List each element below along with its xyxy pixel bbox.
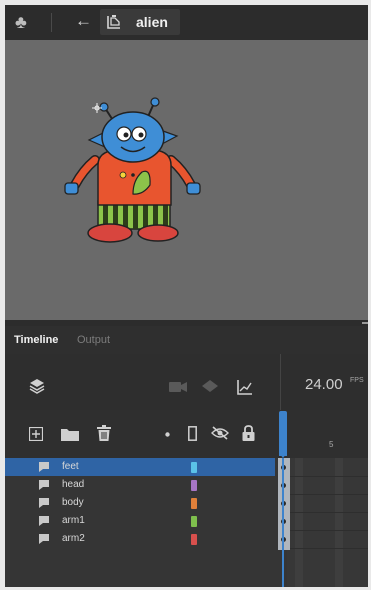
- row-separator: [287, 494, 368, 495]
- toolbar-divider: [51, 13, 52, 32]
- edit-bar: ♣ ← alien: [5, 5, 368, 40]
- lock-icon[interactable]: [242, 425, 255, 441]
- timeline-header: 24.00 FPS: [5, 354, 368, 410]
- playhead-line: [282, 458, 284, 587]
- symbol-breadcrumb[interactable]: alien: [100, 9, 180, 35]
- layer-row-feet[interactable]: feet: [5, 458, 275, 476]
- layers-icon[interactable]: [29, 378, 45, 394]
- visibility-icon[interactable]: [211, 426, 229, 440]
- layer-color-swatch[interactable]: [191, 516, 197, 527]
- frame-band: [335, 458, 343, 587]
- layer-color-swatch[interactable]: [191, 534, 197, 545]
- layer-name: body: [62, 497, 84, 508]
- frames-area[interactable]: [287, 458, 368, 587]
- layer-row-arm1[interactable]: arm1: [5, 512, 275, 530]
- graph-icon[interactable]: [237, 379, 253, 395]
- layer-color-swatch[interactable]: [191, 498, 197, 509]
- movie-clip-symbol-icon: [107, 15, 120, 29]
- layer-depth-icon[interactable]: [202, 380, 218, 394]
- outline-icon[interactable]: [188, 426, 197, 441]
- row-separator: [287, 548, 368, 549]
- layer-icon: [39, 516, 49, 526]
- header-split: [280, 354, 281, 410]
- layer-color-swatch[interactable]: [191, 480, 197, 491]
- stage-canvas[interactable]: [5, 40, 368, 320]
- animate-window: ♣ ← alien Timeline Output 24.00 FPS 5 fe…: [5, 5, 368, 587]
- layer-color-swatch[interactable]: [191, 462, 197, 473]
- folder-icon[interactable]: [61, 427, 79, 441]
- layer-name: head: [62, 479, 85, 490]
- layer-name: arm1: [62, 515, 85, 526]
- timeline-panel: 24.00 FPS 5 feet head body arm1 arm2: [5, 354, 368, 587]
- layer-row-arm2[interactable]: arm2: [5, 530, 275, 548]
- layer-row-head[interactable]: head: [5, 476, 275, 494]
- delete-icon[interactable]: [97, 425, 111, 441]
- panel-tabs: Timeline Output: [5, 326, 368, 354]
- layer-icon: [39, 462, 49, 472]
- resize-grip[interactable]: [362, 322, 368, 324]
- layer-icon: [39, 498, 49, 508]
- tab-timeline[interactable]: Timeline: [14, 333, 58, 347]
- row-separator: [287, 530, 368, 531]
- layer-tools-row: [5, 410, 368, 458]
- row-separator: [287, 476, 368, 477]
- dot-icon[interactable]: [165, 432, 170, 437]
- layer-name: feet: [62, 461, 79, 472]
- playhead[interactable]: [279, 411, 287, 456]
- layer-icon: [39, 534, 49, 544]
- fps-unit: FPS: [350, 377, 364, 384]
- row-separator: [287, 512, 368, 513]
- camera-icon[interactable]: [169, 381, 187, 393]
- alien-character[interactable]: [5, 40, 368, 320]
- layer-name: arm2: [62, 533, 85, 544]
- back-arrow-icon[interactable]: ←: [75, 11, 92, 31]
- fps-value[interactable]: 24.00: [305, 376, 343, 394]
- tab-output[interactable]: Output: [77, 333, 110, 347]
- frame-band: [295, 458, 303, 587]
- add-layer-icon[interactable]: [29, 427, 43, 441]
- layer-row-body[interactable]: body: [5, 494, 275, 512]
- club-icon[interactable]: ♣: [15, 12, 27, 32]
- layer-icon: [39, 480, 49, 490]
- symbol-name: alien: [136, 14, 168, 30]
- ruler-frame-label: 5: [329, 440, 334, 449]
